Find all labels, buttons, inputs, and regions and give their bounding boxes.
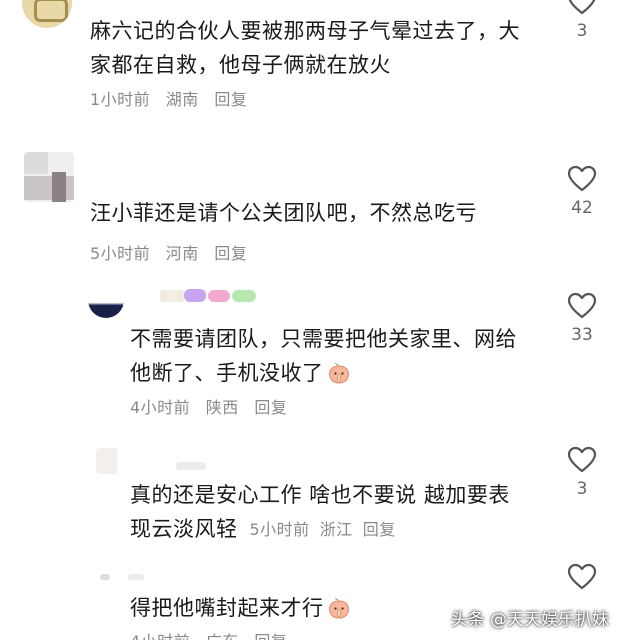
avatar[interactable]: [22, 0, 72, 28]
like-count: 3: [576, 21, 588, 41]
like-count: 33: [571, 325, 593, 345]
username-blurred: [176, 462, 206, 470]
username-blurred: [100, 574, 110, 580]
comment-meta: 1小时前 湖南 回复: [90, 86, 257, 110]
heart-outline-icon: [567, 563, 597, 590]
like-count: 3: [576, 479, 588, 499]
username-blurred: [208, 290, 230, 302]
comment-text: 得把他嘴封起来才行: [130, 591, 351, 625]
heart-outline-icon: [567, 446, 597, 473]
avatar[interactable]: [88, 290, 124, 318]
comment-time: 5小时前: [249, 520, 310, 539]
comment-meta: 4小时前 陕西 回复: [130, 394, 297, 418]
comment-feed: 麻六记的合伙人要被那两母子气晕过去了，大家都在自救，他母子俩就在放火 1小时前 …: [0, 0, 621, 640]
heart-outline-icon: [568, 0, 596, 15]
avatar[interactable]: [96, 448, 148, 474]
comment-time: 4小时前: [130, 398, 191, 417]
comment-text-line: 现云淡风轻 5小时前 浙江 回复: [130, 512, 510, 547]
like-button[interactable]: 3: [560, 0, 604, 41]
like-button[interactable]: 33: [560, 292, 604, 345]
comment-meta: 5小时前 浙江 回复: [250, 520, 406, 539]
reply-button[interactable]: 回复: [214, 244, 247, 263]
reply-button[interactable]: 回复: [254, 398, 287, 417]
like-count: 42: [571, 198, 593, 218]
comment-location: 湖南: [165, 90, 199, 109]
heart-outline-icon: [567, 165, 597, 192]
reply-button[interactable]: 回复: [214, 90, 247, 109]
comment-meta: 4小时前 广东 回复: [130, 628, 297, 640]
comment-time: 4小时前: [130, 632, 190, 640]
avatar[interactable]: [24, 152, 74, 202]
comment-meta: 5小时前 河南 回复: [90, 240, 257, 264]
username-blurred: [128, 574, 144, 580]
peach-shush-emoji-icon: [328, 363, 349, 384]
comment-location: 河南: [165, 244, 199, 263]
comment-text-line: 真的还是安心工作 啥也不要说 越加要表: [130, 483, 510, 507]
username-blurred: [160, 290, 184, 302]
comment-text: 汪小菲还是请个公关团队吧，不然总吃亏: [90, 201, 477, 225]
reply-button[interactable]: 回复: [254, 632, 287, 640]
comment-text-line: 不需要请团队，只需要把他关家里、网给: [130, 327, 517, 351]
comment-location: 陕西: [205, 398, 239, 417]
like-button[interactable]: 3: [560, 446, 604, 499]
comment-text-line: 他断了、手机没收了: [130, 356, 517, 390]
peach-shush-emoji-icon: [328, 598, 349, 619]
comment-text: 麻六记的合伙人要被那两母子气晕过去了，大家都在自救，他母子俩就在放火: [90, 19, 520, 77]
comment-location: 广东: [206, 632, 239, 640]
username-blurred: [232, 290, 256, 302]
reply-button[interactable]: 回复: [363, 520, 396, 539]
comment-text: 真的还是安心工作 啥也不要说 越加要表 现云淡风轻 5小时前 浙江 回复: [130, 478, 510, 547]
username-blurred: [184, 289, 206, 302]
comment-time: 5小时前: [90, 244, 151, 263]
comment-text: 不需要请团队，只需要把他关家里、网给 他断了、手机没收了: [130, 322, 517, 390]
like-button[interactable]: 42: [560, 165, 604, 218]
like-button[interactable]: [560, 563, 604, 590]
heart-outline-icon: [567, 292, 597, 319]
comment-location: 浙江: [319, 520, 353, 539]
comment-time: 1小时前: [90, 90, 151, 109]
watermark: 头条 @天天娱乐扒妹: [450, 610, 609, 630]
